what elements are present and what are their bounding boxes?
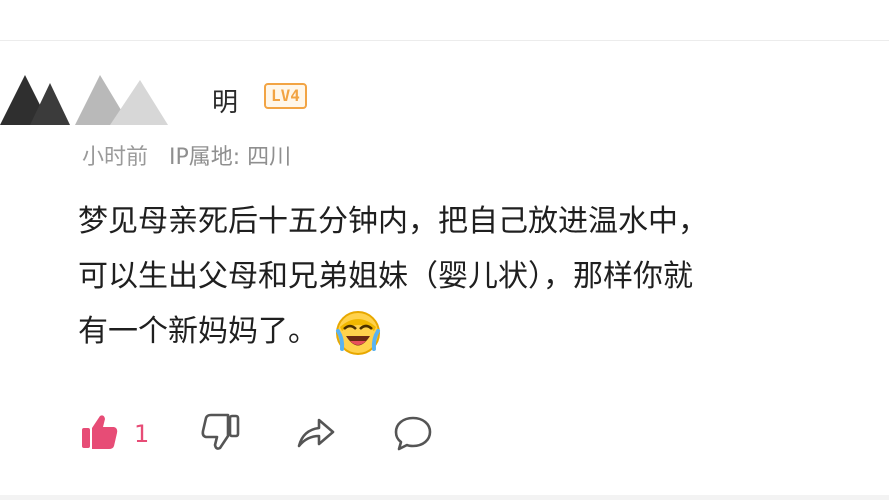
comment-meta: 小时前 IP属地: 四川: [82, 139, 291, 171]
comment-icon: [390, 410, 436, 458]
like-button[interactable]: 1: [78, 410, 149, 458]
bottom-divider: [0, 495, 889, 500]
share-button[interactable]: [293, 410, 339, 458]
thumbs-up-icon: [78, 410, 122, 458]
comment-line: 梦见母亲死后十五分钟内，把自己放进温水中，: [78, 204, 708, 239]
comment-button[interactable]: [390, 410, 436, 458]
like-count: 1: [134, 420, 150, 448]
share-icon: [293, 410, 339, 458]
thumbs-down-icon: [198, 410, 242, 458]
comment-text: 梦见母亲死后十五分钟内，把自己放进温水中， 可以生出父母和兄弟姐妹（婴儿状），那…: [78, 196, 889, 361]
comment-line: 有一个新妈妈了。: [78, 306, 889, 361]
username[interactable]: 明: [212, 82, 238, 119]
ip-location: IP属地: 四川: [169, 145, 292, 170]
laughing-crying-emoji-icon: [334, 309, 382, 357]
level-badge: LV4: [264, 83, 307, 109]
comment-line: 可以生出父母和兄弟姐妹（婴儿状），那样你就: [78, 259, 693, 294]
top-divider: [0, 40, 889, 41]
comment-time: 小时前: [82, 145, 149, 170]
dislike-button[interactable]: [198, 410, 242, 458]
avatar[interactable]: [0, 75, 170, 140]
comment-line-text: 有一个新妈妈了。: [78, 314, 318, 349]
